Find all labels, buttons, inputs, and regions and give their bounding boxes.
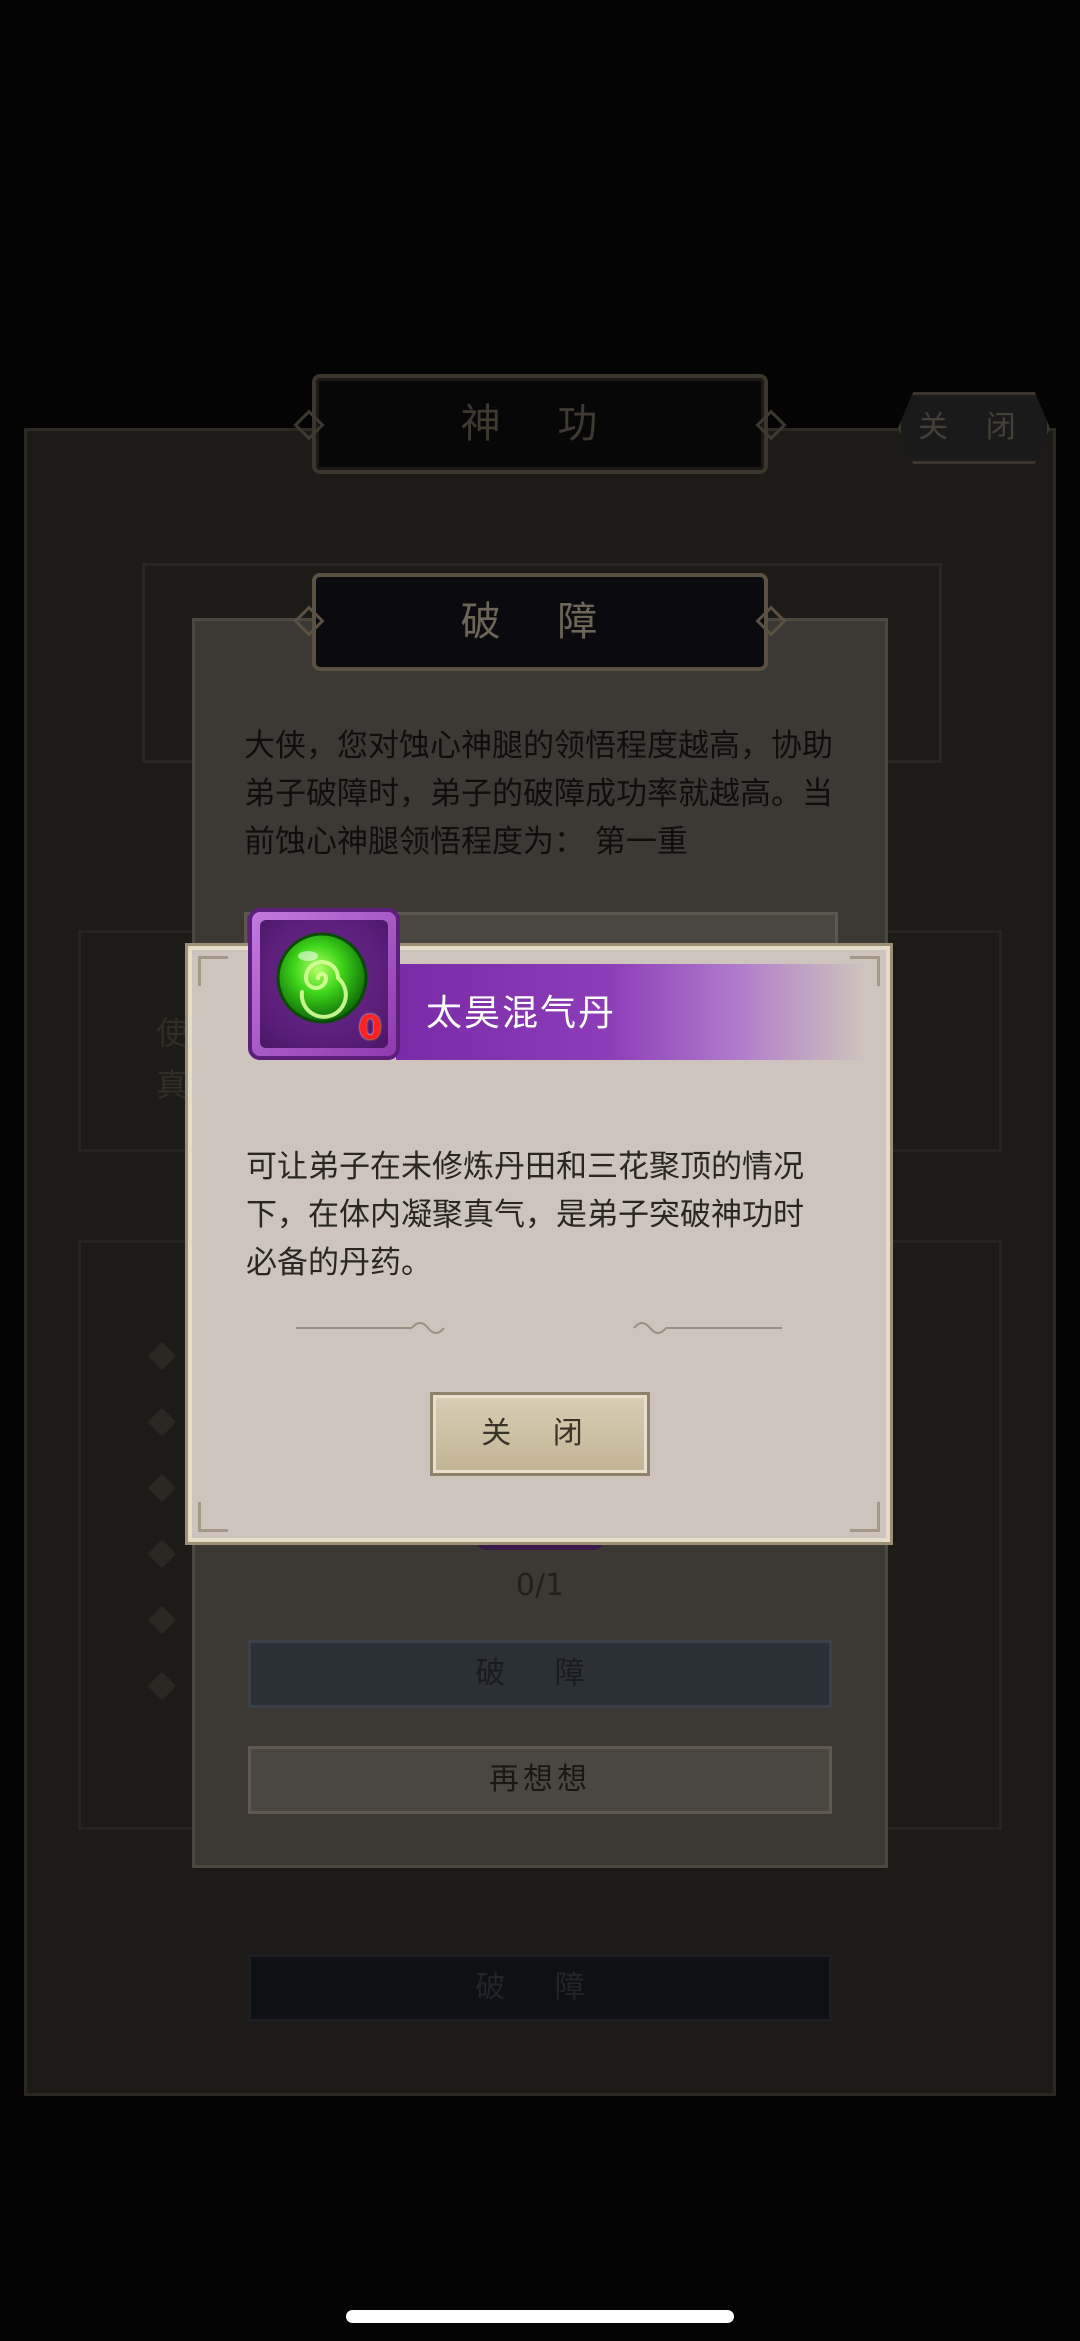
close-button[interactable]: 关 闭 — [430, 1392, 650, 1476]
rethink-button[interactable]: 再想想 — [248, 1746, 832, 1814]
background-close-button[interactable]: 关 闭 — [898, 392, 1050, 464]
breakthrough-title: 破 障 — [460, 599, 620, 645]
background-desc-text: 使 — [156, 1014, 189, 1052]
breakthrough-description: 大侠，您对蚀心神腿的领悟程度越高，协助 弟子破障时，弟子的破障成功率就越高。当 … — [244, 722, 854, 866]
description-line: 前蚀心神腿领悟程度为： 第一重 — [244, 824, 688, 860]
item-name: 太昊混气丹 — [426, 993, 617, 1034]
item-count-badge: 0 — [358, 1008, 382, 1048]
item-icon-frame: 0 — [248, 908, 400, 1060]
item-description-line: 必备的丹药。 — [246, 1245, 432, 1281]
description-line: 大侠，您对蚀心神腿的领悟程度越高，协助 — [244, 728, 833, 764]
home-indicator[interactable] — [346, 2310, 734, 2323]
green-pill-icon: 0 — [260, 920, 388, 1048]
breakthrough-title-plate: 破 障 — [312, 573, 768, 671]
corner-ornament — [198, 1502, 228, 1532]
break-button[interactable]: 破 障 — [248, 1640, 832, 1708]
item-progress: 0/1 — [515, 1568, 565, 1603]
item-description-line: 可让弟子在未修炼丹田和三花聚顶的情况 — [246, 1149, 804, 1185]
background-title: 神 功 — [460, 401, 620, 447]
game-screen: 神 功 关 闭 使 真 破 障 破 障 大侠，您对蚀心神腿的领悟程度越高，协助 … — [0, 0, 1080, 2341]
background-desc-text-2: 真 — [156, 1066, 189, 1104]
decorative-divider — [296, 1322, 782, 1334]
corner-ornament — [850, 1502, 880, 1532]
green-pill-graphic — [276, 932, 368, 1024]
item-description: 可让弟子在未修炼丹田和三花聚顶的情况 下，在体内凝聚真气，是弟子突破神功时 必备… — [246, 1143, 836, 1287]
item-description-line: 下，在体内凝聚真气，是弟子突破神功时 — [246, 1197, 804, 1233]
background-break-button[interactable]: 破 障 — [248, 1954, 832, 2022]
corner-ornament — [198, 956, 228, 986]
background-title-plate: 神 功 — [312, 374, 768, 474]
description-line: 弟子破障时，弟子的破障成功率就越高。当 — [244, 776, 833, 812]
